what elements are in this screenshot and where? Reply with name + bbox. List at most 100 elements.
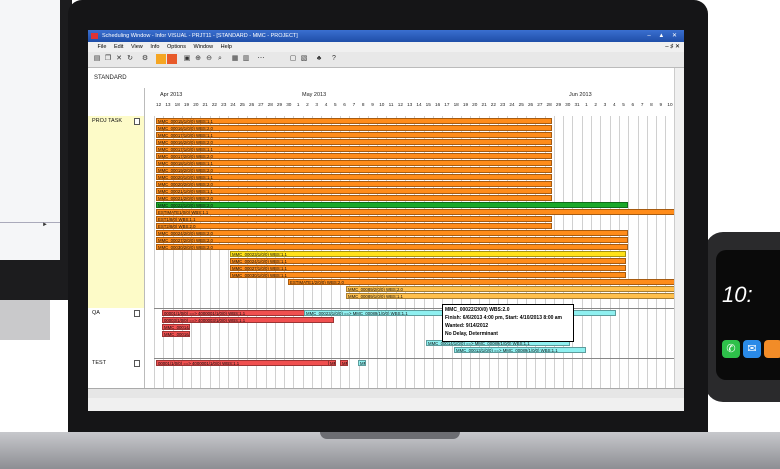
task-bar[interactable]: MMC_00017/2/0/0) WBS:2.0 — [156, 153, 552, 159]
maximize-button[interactable]: ▲ — [658, 33, 667, 39]
layout-icon[interactable]: ▥ — [241, 54, 251, 64]
task-bar[interactable]: ESTIMATE1/0/0) WBS:1.1 — [156, 209, 678, 215]
row-expand-toggle[interactable] — [134, 360, 140, 367]
task-bar[interactable]: MMC_00016/ — [162, 331, 190, 337]
task-bar[interactable]: EST1/8/0) WBS:1.1 — [156, 216, 552, 222]
task-bar[interactable]: MMC_00024/2/0/0) WBS:2.0 — [156, 230, 628, 236]
grid-icon[interactable]: ▦ — [230, 54, 240, 64]
day-label: 2 — [594, 102, 597, 107]
filter-icon[interactable]: ⋯ — [256, 54, 266, 64]
day-label: 4 — [324, 102, 328, 107]
task-bar[interactable]: MMC_00030/2/0/0) WBS:2.0 — [156, 244, 628, 250]
task-bar[interactable]: MMC_00024/1/0/0) WBS:1.1 — [230, 258, 626, 264]
tile-icon[interactable]: ▧ — [299, 54, 309, 64]
day-label: 8 — [650, 102, 653, 107]
resource-row-label[interactable]: QA — [92, 310, 100, 316]
day-label: 8 — [361, 102, 365, 107]
close-button[interactable]: ✕ — [672, 33, 680, 39]
day-label: 5 — [334, 102, 337, 107]
task-bar[interactable]: MMC_00010/1/0/0) ==> MMC_00089/1/0/0) WB… — [358, 360, 366, 366]
background-monitor-screen — [0, 0, 60, 260]
task-bar[interactable]: 00001/1/0/0) ==> 4000001/1/0/0) WBS:1.1 — [156, 360, 332, 366]
task-bar[interactable]: MMC_00016/1/0/0) WBS:2.0 — [156, 125, 552, 131]
grid-line — [656, 116, 658, 388]
task-bar[interactable]: 00003/1/0/0) ==> 4000003/1/0/0) WBS:1.1 — [162, 317, 334, 323]
chart-icon[interactable] — [156, 54, 166, 64]
app-icon — [91, 33, 98, 39]
task-bar[interactable]: MMC — [340, 360, 348, 366]
toolbar: ▤ ❐ ✕ ↻ ⚙ ▣ ⊕ ⊖ ⌕ ▦ ▥ ⋯ ▢ ▧ ♣ ? — [88, 52, 684, 68]
task-bar[interactable]: MMC_00017/1/0/0) WBS:1.1 — [156, 132, 552, 138]
day-label: 2 — [306, 102, 309, 107]
window-controls[interactable]: – ▲ ✕ — [647, 30, 680, 42]
menu-view[interactable]: View — [131, 42, 143, 52]
grid-line — [154, 116, 155, 388]
menu-file[interactable]: File — [98, 42, 107, 52]
row-expand-toggle[interactable] — [134, 310, 140, 317]
zoom-out-icon[interactable]: ⊖ — [204, 54, 214, 64]
day-label: 30 — [286, 102, 292, 107]
print-icon[interactable]: ▣ — [182, 54, 192, 64]
day-label: 20 — [193, 102, 199, 107]
task-bar[interactable]: MMC_00021/2/0/0) WBS:2.0 — [156, 195, 552, 201]
day-label: 7 — [352, 102, 356, 107]
task-bar[interactable]: MMC_00030/1/0/0) WBS:1.1 — [230, 272, 626, 278]
find-icon[interactable]: ⌕ — [215, 54, 225, 64]
resource-row-label[interactable]: PROJ TASK — [92, 118, 122, 124]
window-icon[interactable]: ▢ — [288, 54, 298, 64]
day-label: 25 — [239, 102, 245, 107]
report-icon[interactable] — [167, 54, 177, 64]
task-bar[interactable]: MMC_00014/ — [162, 324, 190, 330]
refresh-icon[interactable]: ↻ — [125, 54, 135, 64]
day-label: 1 — [296, 102, 300, 107]
zoom-in-icon[interactable]: ⊕ — [193, 54, 203, 64]
mdi-controls[interactable]: – ♯ ✕ — [665, 42, 680, 52]
day-label: 10 — [379, 102, 385, 107]
delete-icon[interactable]: ✕ — [114, 54, 124, 64]
settings-icon[interactable]: ⚙ — [140, 54, 150, 64]
task-bar[interactable]: MMC_00027/1/0/0) WBS:1.1 — [230, 265, 626, 271]
task-bar[interactable]: MMC_00027/2/0/0) WBS:2.0 — [156, 237, 628, 243]
task-bar[interactable]: MMC_00018/1/0/0) WBS:1.1 — [156, 160, 552, 166]
day-label: 17 — [444, 102, 450, 107]
minimize-button[interactable]: – — [647, 33, 653, 39]
vertical-scrollbar[interactable] — [674, 68, 684, 388]
menu-edit[interactable]: Edit — [114, 42, 123, 52]
menu-help[interactable]: Help — [221, 42, 232, 52]
day-row: 12 13 18 19 20 21 22 23 24 25 26 27 28 29 30 1 2 3 4 5 6 7 8 9 1… — [154, 102, 684, 112]
help-icon[interactable]: ? — [329, 54, 339, 64]
day-label: 6 — [631, 102, 635, 107]
day-label: 22 — [490, 102, 496, 107]
task-bar[interactable]: MMC_00020/1/0/0) WBS:1.1 — [156, 174, 552, 180]
task-bar[interactable]: MMC — [328, 360, 336, 366]
task-bar[interactable]: MMC_00017/1/0/0) WBS:1.1 — [156, 146, 552, 152]
menu-window[interactable]: Window — [194, 42, 214, 52]
task-bar[interactable]: ESTIMATE1/2/0/0) WBS:2.0 — [288, 279, 684, 285]
copy-icon[interactable]: ❐ — [103, 54, 113, 64]
row-expand-toggle[interactable] — [134, 118, 140, 125]
day-label: 29 — [276, 102, 283, 107]
menu-options[interactable]: Options — [167, 42, 186, 52]
background-monitor-stand — [0, 300, 50, 340]
day-label: 23 — [221, 102, 227, 107]
task-bar[interactable]: MMC_00021/1/0/0) WBS:1.1 — [156, 188, 552, 194]
day-label: 3 — [603, 102, 607, 107]
tree-icon[interactable]: ♣ — [314, 54, 324, 64]
task-tooltip: MMC_00022/2/0/0) WBS:2.0 Finish: 6/6/201… — [442, 304, 574, 342]
open-icon[interactable]: ▤ — [92, 54, 102, 64]
menu-info[interactable]: Info — [150, 42, 159, 52]
task-bar[interactable]: MMC_00016/2/0/0) WBS:2.0 — [156, 139, 552, 145]
resource-row-label[interactable]: TEST — [92, 360, 106, 366]
day-label: 11 — [388, 102, 394, 107]
task-bar[interactable]: MMC_00089/2/0/0) WBS:2.0 — [346, 286, 684, 292]
task-bar[interactable]: MMC_00022/1/0/0) WBS:2.0 — [156, 202, 628, 208]
task-bar[interactable]: MMC_00013/1/0/0) ==> MMC_00089/1/0/0) WB… — [454, 347, 586, 353]
task-bar[interactable]: MMC_00023/1/0/0) WBS:1.1 — [230, 251, 626, 257]
grid-line — [646, 116, 648, 388]
scheduling-window: Scheduling Window - Infor VISUAL - PRJT1… — [88, 30, 684, 411]
task-bar[interactable]: EST2/8/0) WBS:2.0 — [156, 223, 552, 229]
task-bar[interactable]: MMC_00019/2/0/0) WBS:2.0 — [156, 167, 552, 173]
task-bar[interactable]: MMC_00020/2/0/0) WBS:2.0 — [156, 181, 552, 187]
task-bar[interactable]: MMC_00015/1/0/0) WBS:1.1 — [156, 118, 552, 124]
task-bar[interactable]: MMC_00089/1/0/0) WBS:1.1 — [346, 293, 684, 299]
